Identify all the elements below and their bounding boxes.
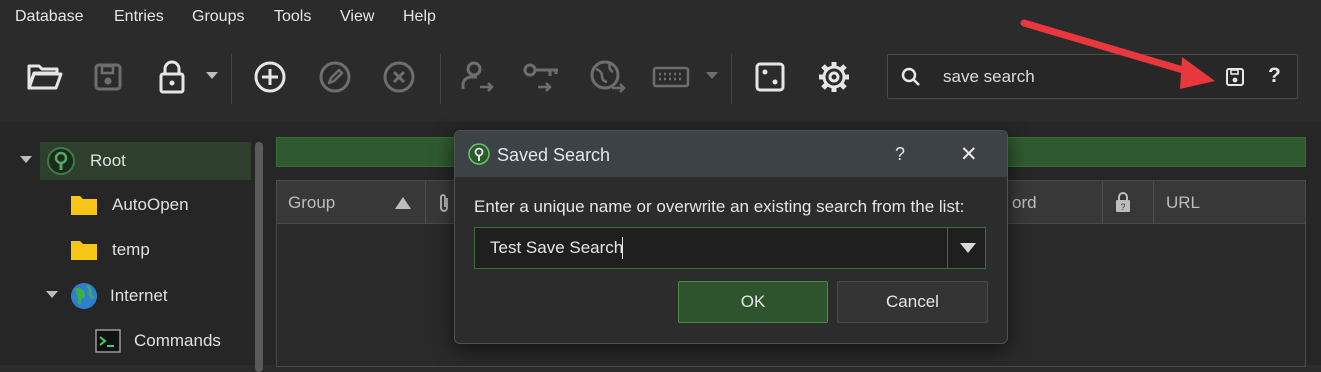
open-url-button[interactable] <box>586 55 630 99</box>
sort-ascending-icon <box>395 197 411 209</box>
folder-icon <box>71 241 97 260</box>
expand-chevron-icon[interactable] <box>20 156 32 164</box>
menu-groups[interactable]: Groups <box>192 8 244 26</box>
tree-item-internet[interactable]: Internet <box>70 277 168 315</box>
tree-item-label: temp <box>112 240 150 259</box>
delete-icon <box>383 61 415 93</box>
copy-username-button[interactable] <box>456 55 500 99</box>
menu-help[interactable]: Help <box>403 8 436 26</box>
root-icon <box>47 147 75 175</box>
tree-item-label: AutoOpen <box>112 195 189 214</box>
open-database-button[interactable] <box>23 55 67 99</box>
lock-database-button[interactable] <box>150 55 194 99</box>
ok-button[interactable]: OK <box>678 281 828 323</box>
settings-button[interactable] <box>812 55 856 99</box>
delete-entry-button[interactable] <box>377 55 421 99</box>
annotation-arrow-icon <box>1020 19 1215 89</box>
column-url[interactable]: URL <box>1166 193 1200 213</box>
column-password[interactable]: ord <box>1012 193 1037 213</box>
autotype-menu-chevron-icon[interactable] <box>706 72 718 80</box>
folder-icon <box>71 196 97 215</box>
copy-password-icon <box>523 63 558 92</box>
dialog-message: Enter a unique name or overwrite an exis… <box>474 197 965 216</box>
edit-icon <box>319 61 351 93</box>
expand-chevron-icon[interactable] <box>46 291 58 299</box>
column-group[interactable]: Group <box>288 193 335 213</box>
edit-entry-button[interactable] <box>313 55 357 99</box>
menu-database[interactable]: Database <box>15 8 84 26</box>
combobox-dropdown-button[interactable] <box>947 228 988 268</box>
dialog-help-button[interactable]: ? <box>895 144 905 165</box>
svg-text:?: ? <box>1120 202 1125 212</box>
add-icon <box>254 61 286 93</box>
lock-menu-chevron-icon[interactable] <box>206 72 218 80</box>
tree-item-autoopen[interactable]: AutoOpen <box>70 186 189 224</box>
tree-item-label: Root <box>90 151 126 170</box>
dice-icon <box>755 62 785 92</box>
terminal-icon <box>95 329 121 353</box>
search-name-input[interactable]: Test Save Search <box>490 238 623 258</box>
paperclip-icon <box>440 194 448 212</box>
lock-icon <box>159 60 185 94</box>
autotype-icon <box>652 66 690 88</box>
menu-tools[interactable]: Tools <box>274 8 311 26</box>
toolbar-divider <box>731 54 732 104</box>
group-tree: Root AutoOpen temp Internet Commands <box>0 122 263 372</box>
open-url-icon <box>590 60 626 93</box>
add-entry-button[interactable] <box>248 55 292 99</box>
dialog-close-button[interactable]: ✕ <box>960 142 978 167</box>
column-divider <box>1102 181 1103 223</box>
search-name-combobox[interactable]: Test Save Search <box>474 227 986 269</box>
password-generator-button[interactable] <box>748 55 792 99</box>
settings-icon <box>819 62 849 92</box>
toolbar-divider <box>440 54 441 104</box>
copy-username-icon <box>461 61 494 92</box>
copy-password-button[interactable] <box>520 55 564 99</box>
autotype-button[interactable] <box>650 55 694 99</box>
column-divider <box>425 181 426 223</box>
dialog-title-bar: Saved Search ? ✕ <box>455 131 1007 177</box>
lock-column-icon: ? <box>1116 192 1130 212</box>
dialog-title: Saved Search <box>497 145 611 165</box>
tree-item-commands[interactable]: Commands <box>95 322 221 360</box>
saved-search-dialog: Saved Search ? ✕ Enter a unique name or … <box>454 130 1008 344</box>
toolbar-divider <box>231 54 232 104</box>
search-help-icon[interactable]: ? <box>1268 64 1281 88</box>
menu-entries[interactable]: Entries <box>114 8 164 26</box>
column-divider <box>1153 181 1154 223</box>
tree-item-label: Commands <box>134 331 221 350</box>
save-database-button[interactable] <box>86 55 130 99</box>
search-icon <box>901 67 920 86</box>
tree-item-root[interactable]: Root <box>40 142 251 180</box>
keepassxc-logo-icon <box>468 143 490 165</box>
tree-item-temp[interactable]: temp <box>70 231 150 269</box>
save-icon <box>94 63 122 91</box>
folder-open-icon <box>27 64 63 90</box>
tree-scrollbar[interactable] <box>255 142 263 372</box>
menu-view[interactable]: View <box>340 8 374 26</box>
text-cursor <box>622 237 623 259</box>
tree-item-label: Internet <box>110 286 168 305</box>
chevron-down-icon <box>960 243 976 253</box>
globe-icon <box>71 283 97 309</box>
cancel-button[interactable]: Cancel <box>837 281 988 323</box>
